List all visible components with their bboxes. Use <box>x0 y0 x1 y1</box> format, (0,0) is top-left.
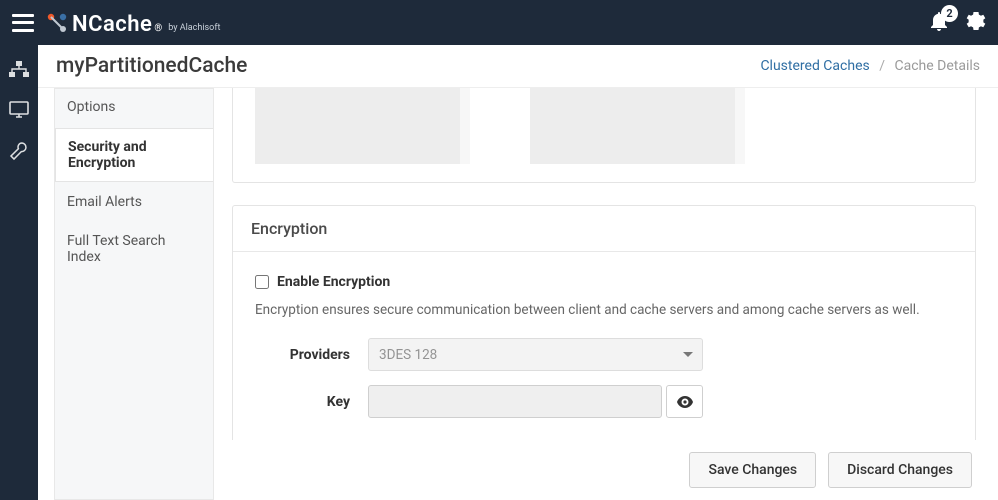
encryption-description: Encryption ensures secure communication … <box>255 302 953 318</box>
sidebar-item-label: Security and Encryption <box>68 139 147 171</box>
top-header: NCache ® by Alachisoft 2 <box>0 0 998 45</box>
notification-badge: 2 <box>941 5 958 22</box>
placeholder-box <box>255 88 470 164</box>
breadcrumb-parent[interactable]: Clustered Caches <box>760 58 869 74</box>
logo-subtitle: by Alachisoft <box>168 23 220 33</box>
page-subheader: myPartitionedCache Clustered Caches / Ca… <box>38 45 998 88</box>
page-title: myPartitionedCache <box>56 54 247 78</box>
rail-monitor-icon[interactable] <box>9 101 29 119</box>
settings-sidebar: Options Security and Encryption Email Al… <box>54 88 214 500</box>
gear-icon <box>966 11 986 31</box>
providers-select[interactable]: 3DES 128 <box>368 338 703 371</box>
sidebar-item-fulltext-index[interactable]: Full Text Search Index <box>55 223 213 276</box>
content-scroll[interactable]: Encryption Enable Encryption Encryption … <box>232 88 976 440</box>
breadcrumb-current: Cache Details <box>894 58 980 74</box>
previous-panel-partial <box>232 88 976 183</box>
breadcrumb: Clustered Caches / Cache Details <box>760 58 980 74</box>
rail-tools-icon[interactable] <box>9 141 29 161</box>
footer-actions: Save Changes Discard Changes <box>232 440 976 500</box>
panel-title: Encryption <box>233 206 975 252</box>
eye-icon <box>677 396 693 408</box>
discard-button[interactable]: Discard Changes <box>828 452 972 488</box>
enable-encryption-label[interactable]: Enable Encryption <box>277 274 390 290</box>
logo-text: NCache <box>72 12 152 37</box>
sidebar-item-label: Options <box>67 99 115 115</box>
sidebar-item-label: Email Alerts <box>67 194 142 210</box>
hamburger-menu-icon[interactable] <box>12 14 34 32</box>
sidebar-item-email-alerts[interactable]: Email Alerts <box>55 184 213 221</box>
reveal-key-button[interactable] <box>666 385 703 418</box>
sidebar-item-options[interactable]: Options <box>55 89 213 126</box>
placeholder-box <box>530 88 745 164</box>
enable-encryption-checkbox[interactable] <box>255 275 269 289</box>
product-logo: NCache ® by Alachisoft <box>46 9 220 37</box>
logo-icon <box>46 12 68 34</box>
key-label: Key <box>255 394 350 410</box>
save-button[interactable]: Save Changes <box>689 452 816 488</box>
providers-label: Providers <box>255 347 350 363</box>
key-input[interactable] <box>368 385 662 418</box>
left-rail <box>0 45 38 500</box>
sidebar-item-label: Full Text Search Index <box>67 233 165 265</box>
notifications-button[interactable]: 2 <box>930 11 948 35</box>
rail-cluster-icon[interactable] <box>9 61 29 79</box>
sidebar-item-security-encryption[interactable]: Security and Encryption <box>55 128 213 182</box>
settings-button[interactable] <box>966 11 986 35</box>
encryption-panel: Encryption Enable Encryption Encryption … <box>232 205 976 440</box>
